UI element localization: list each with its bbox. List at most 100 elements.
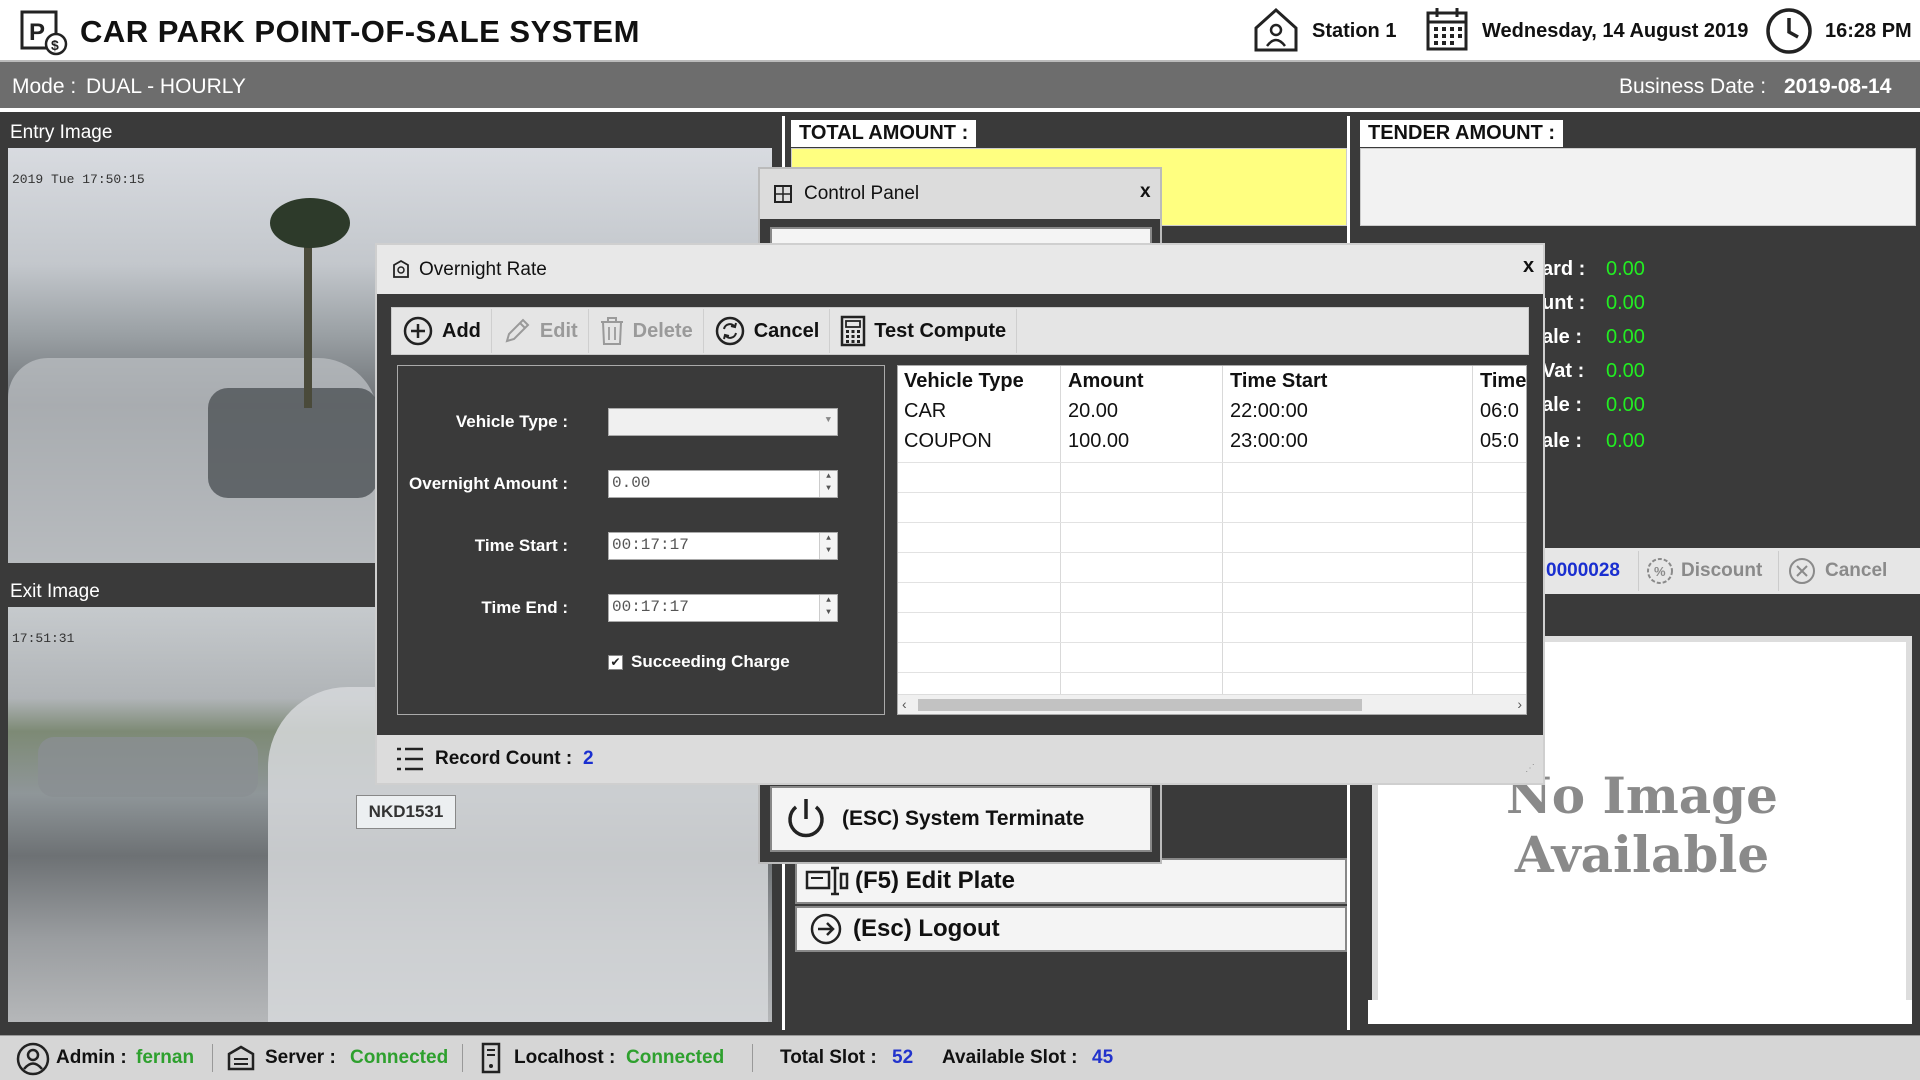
horizontal-scrollbar[interactable]: ‹ › [898, 694, 1526, 714]
grid-cell[interactable]: 20.00 [1068, 400, 1118, 423]
grid-cell[interactable]: 22:00:00 [1230, 400, 1308, 423]
overnight-rate-title: Overnight Rate [419, 259, 547, 280]
entry-palm-leaves [270, 198, 350, 248]
edit-plate-button[interactable]: (F5) Edit Plate [795, 858, 1347, 904]
vehicle-type-select[interactable]: ▼ [608, 408, 838, 436]
succeeding-charge-label: Succeeding Charge [631, 652, 790, 671]
entry-timestamp-overlay: 2019 Tue 17:50:15 [12, 172, 145, 187]
edit-plate-label: (F5) Edit Plate [855, 867, 1016, 894]
overnight-amount-input[interactable]: 0.00 ▲ ▼ [608, 470, 838, 498]
grid-col-divider [1222, 366, 1223, 696]
grid-cell[interactable]: CAR [904, 400, 946, 423]
test-compute-label: Test Compute [874, 319, 1007, 342]
time-start-value: 00:17:17 [612, 536, 689, 554]
grid-cell[interactable]: 23:00:00 [1230, 430, 1308, 453]
cancel-button[interactable]: Cancel [704, 309, 831, 353]
overnight-rate-titlebar: Overnight Rate x [377, 245, 1543, 294]
cancel-circle-icon [1789, 558, 1815, 584]
discount-button[interactable]: % Discount [1638, 551, 1778, 591]
time-start-input[interactable]: 00:17:17 ▲ ▼ [608, 532, 838, 560]
summary-label-4: Vat : [1542, 360, 1585, 382]
grid-col-divider [1060, 366, 1061, 696]
mode-bar: Mode : DUAL - HOURLY Business Date : 201… [0, 62, 1920, 112]
system-terminate-button[interactable]: (ESC) System Terminate [770, 786, 1152, 852]
system-terminate-label: (ESC) System Terminate [842, 807, 1085, 830]
grid-header-time-start[interactable]: Time Start [1230, 370, 1327, 393]
business-date-label: Business Date : [1619, 75, 1767, 98]
summary-value-2: 0.00 [1606, 292, 1645, 314]
ticket-cancel-button[interactable]: Cancel [1778, 551, 1887, 591]
admin-label: Admin : [56, 1047, 127, 1068]
available-slot-label: Available Slot : [942, 1047, 1078, 1068]
control-panel-title: Control Panel [804, 183, 920, 204]
scroll-right-icon[interactable]: › [1517, 696, 1522, 712]
logout-button[interactable]: (Esc) Logout [795, 906, 1347, 952]
total-amount-label: TOTAL AMOUNT : [791, 120, 977, 147]
test-compute-button[interactable]: Test Compute [830, 309, 1018, 353]
localhost-value: Connected [626, 1047, 725, 1068]
grid-row-line [898, 612, 1526, 613]
time-end-value: 00:17:17 [612, 598, 689, 616]
summary-label-6: ale : [1542, 430, 1583, 452]
grid-row-line [898, 522, 1526, 523]
server-label: Server : [265, 1047, 336, 1068]
resize-grip-icon[interactable]: ⋰ [1525, 763, 1535, 774]
status-separator [752, 1044, 753, 1072]
overnight-rate-close-button[interactable]: x [1523, 255, 1534, 278]
time-start-spinner[interactable]: ▲ ▼ [819, 533, 837, 559]
scroll-left-icon[interactable]: ‹ [902, 696, 907, 712]
admin-user-icon [16, 1042, 50, 1080]
edit-plate-icon [805, 866, 849, 896]
time-end-spinner[interactable]: ▲ ▼ [819, 595, 837, 621]
grid-row-line [898, 552, 1526, 553]
add-label: Add [442, 319, 481, 342]
grid-cell[interactable]: 05:0 [1480, 430, 1519, 453]
grid-cell[interactable]: 06:0 [1480, 400, 1519, 423]
grid-cell[interactable]: COUPON [904, 430, 992, 453]
tender-amount-box [1360, 148, 1916, 226]
control-panel-close-button[interactable]: x [1140, 181, 1151, 203]
add-button[interactable]: Add [392, 309, 492, 353]
grid-col-divider [1472, 366, 1473, 696]
amount-spinner[interactable]: ▲ ▼ [819, 471, 837, 497]
exit-image-title: Exit Image [10, 581, 100, 602]
clock-icon [1764, 6, 1812, 54]
grid-header-vehicle-type[interactable]: Vehicle Type [904, 370, 1024, 393]
summary-value-3: 0.00 [1606, 326, 1645, 348]
svg-text:P: P [29, 19, 45, 46]
grid-header-time-end[interactable]: Time [1480, 370, 1526, 393]
ticket-cancel-label: Cancel [1825, 560, 1888, 581]
grid-header-amount[interactable]: Amount [1068, 370, 1144, 393]
grid-row-line [898, 672, 1526, 673]
list-icon [395, 745, 425, 778]
rate-form: Vehicle Type : ▼ Overnight Amount : 0.00… [397, 365, 885, 715]
status-bar: Admin : fernan Server : Connected Localh… [0, 1035, 1920, 1080]
app-title: CAR PARK POINT-OF-SALE SYSTEM [80, 14, 640, 49]
edit-label: Edit [539, 319, 578, 342]
station-home-icon [1252, 6, 1300, 54]
delete-label: Delete [632, 319, 693, 342]
trash-icon [600, 317, 623, 345]
scrollbar-thumb[interactable] [918, 699, 1362, 711]
edit-button[interactable]: Edit [492, 309, 589, 353]
svg-text:$: $ [51, 37, 59, 53]
overnight-amount-value: 0.00 [612, 474, 651, 492]
delete-button[interactable]: Delete [589, 309, 704, 353]
current-date: Wednesday, 14 August 2019 [1482, 20, 1749, 42]
time-start-label: Time Start : [474, 536, 568, 555]
cancel-label: Cancel [753, 319, 820, 342]
no-image-line-1: No Image [1506, 766, 1778, 825]
overnight-rate-dialog: Overnight Rate x Add Edit Delete Cancel … [375, 243, 1545, 785]
no-image-line-2: Available [1514, 825, 1770, 884]
succeeding-charge-checkbox[interactable]: ✔ Succeeding Charge [608, 652, 790, 672]
server-icon [226, 1044, 256, 1077]
logout-icon [810, 913, 842, 945]
grid-cell[interactable]: 100.00 [1068, 430, 1129, 453]
pencil-icon [505, 318, 530, 343]
entry-image-title: Entry Image [10, 122, 113, 143]
rates-grid[interactable]: Vehicle Type Amount Time Start Time CAR … [897, 365, 1527, 715]
time-end-input[interactable]: 00:17:17 ▲ ▼ [608, 594, 838, 622]
parking-pos-icon: P $ [20, 10, 70, 56]
refresh-icon [715, 316, 744, 346]
power-icon [788, 799, 824, 838]
